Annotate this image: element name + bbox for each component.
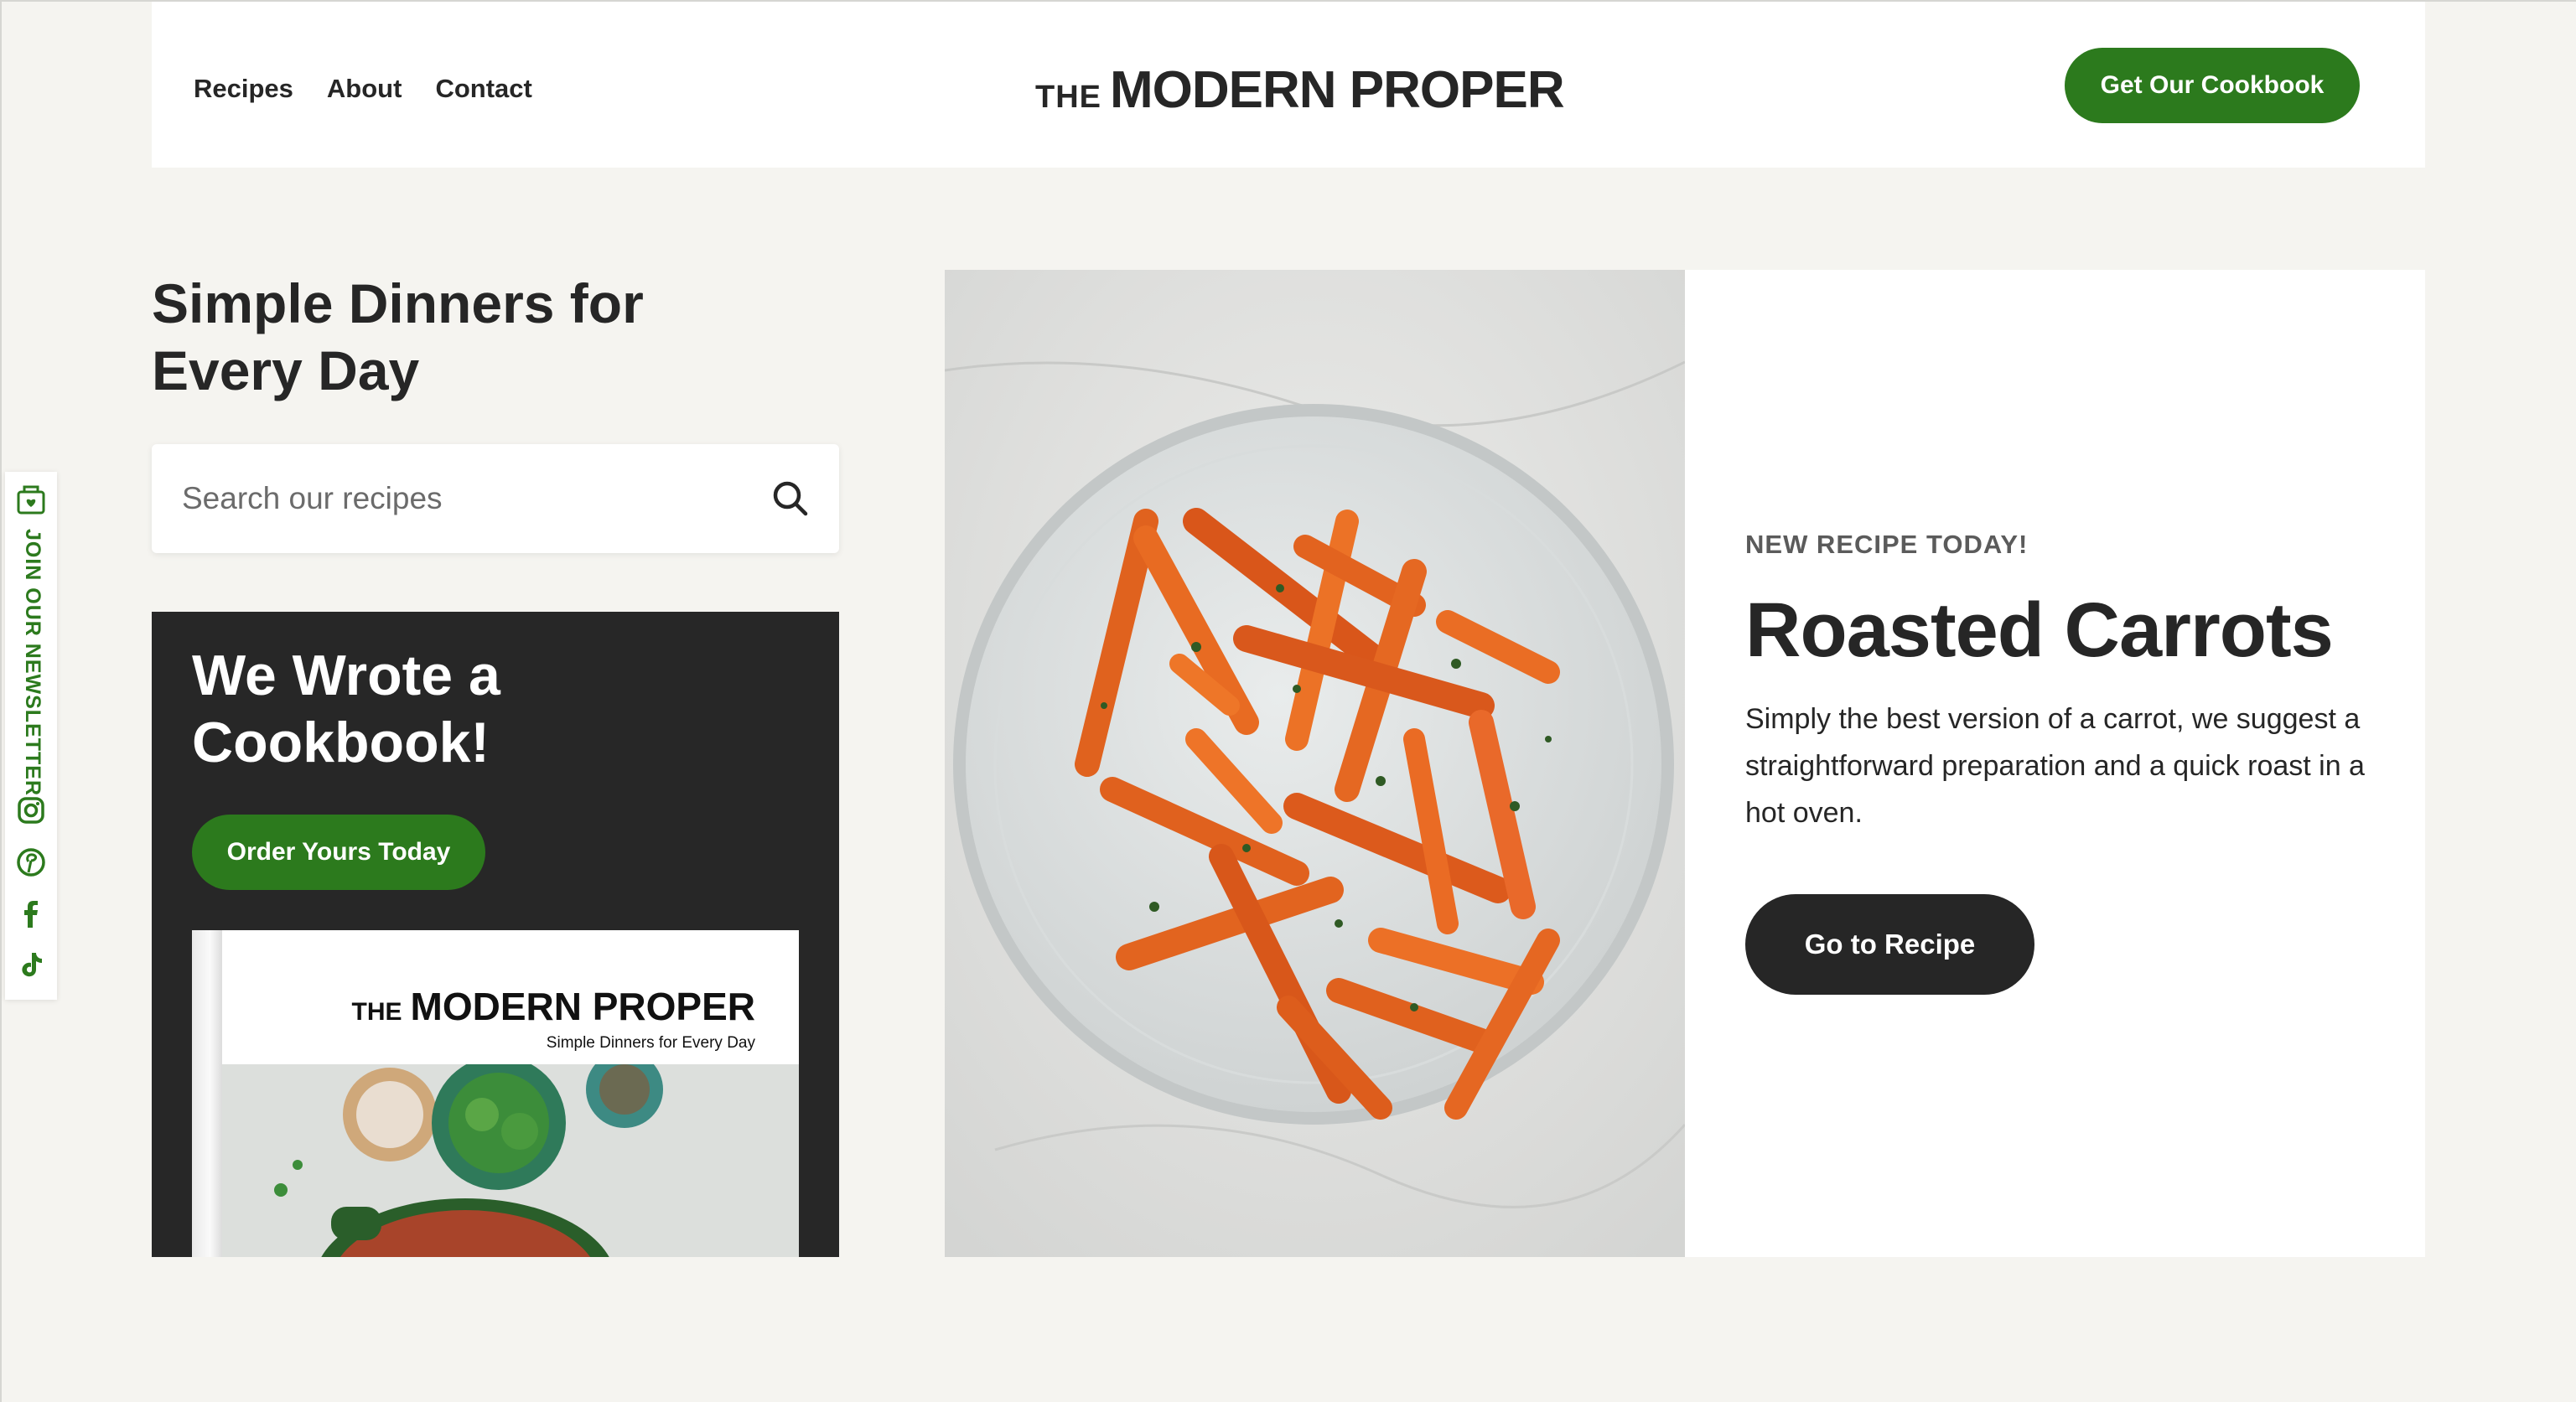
book-logo-main: MODERN PROPER [410, 985, 755, 1028]
newsletter-icon[interactable] [16, 484, 46, 515]
book-subtitle: Simple Dinners for Every Day [546, 1034, 755, 1052]
recipe-title[interactable]: Roasted Carrots [1745, 587, 2334, 675]
recipe-description: Simply the best version of a carrot, we … [1745, 703, 2365, 829]
cookbook-cover[interactable]: THE MODERN PROPER Simple Dinners for Eve… [192, 930, 799, 1257]
hero-title: Simple Dinners for Every Day [152, 272, 644, 401]
go-to-recipe-button[interactable]: Go to Recipe [1745, 894, 2034, 995]
featured-recipe-card: NEW RECIPE TODAY! Roasted Carrots Simply… [1685, 270, 2425, 1257]
cookbook-promo: We Wrote a Cookbook! Order Yours Today T… [152, 612, 839, 1257]
book-food-illustration [222, 1051, 799, 1257]
pinterest-icon[interactable] [16, 847, 46, 877]
book-cover-photo [222, 1051, 799, 1257]
search-input[interactable] [180, 480, 770, 517]
site-header: Recipes About Contact THE MODERN PROPER … [152, 2, 2425, 168]
logo-the-text: THE [1035, 80, 1101, 115]
featured-recipe-image[interactable] [945, 270, 1685, 1257]
social-sidebar: JOIN OUR NEWSLETTER [5, 472, 57, 1000]
join-newsletter-label[interactable]: JOIN OUR NEWSLETTER [20, 529, 44, 796]
nav-recipes-link[interactable]: Recipes [194, 74, 293, 104]
site-logo[interactable]: THE MODERN PROPER [1035, 60, 1565, 120]
book-logo: THE MODERN PROPER [352, 984, 755, 1029]
main-nav: Recipes About Contact [194, 74, 532, 104]
logo-main-text: MODERN PROPER [1110, 61, 1565, 119]
search-icon[interactable] [770, 479, 811, 519]
order-cookbook-button[interactable]: Order Yours Today [192, 815, 485, 890]
tiktok-icon[interactable] [16, 949, 46, 980]
book-spine [192, 930, 222, 1257]
nav-about-link[interactable]: About [327, 74, 402, 104]
get-cookbook-button[interactable]: Get Our Cookbook [2065, 48, 2360, 123]
nav-contact-link[interactable]: Contact [435, 74, 531, 104]
book-cover-header: THE MODERN PROPER Simple Dinners for Eve… [222, 930, 799, 1064]
instagram-icon[interactable] [16, 795, 46, 825]
new-recipe-kicker: NEW RECIPE TODAY! [1745, 530, 2029, 559]
book-logo-the: THE [351, 998, 402, 1026]
facebook-icon[interactable] [16, 899, 46, 929]
search-bar [152, 444, 839, 553]
roasted-carrots-photo [945, 270, 1685, 1257]
promo-title: We Wrote a Cookbook! [192, 644, 500, 774]
